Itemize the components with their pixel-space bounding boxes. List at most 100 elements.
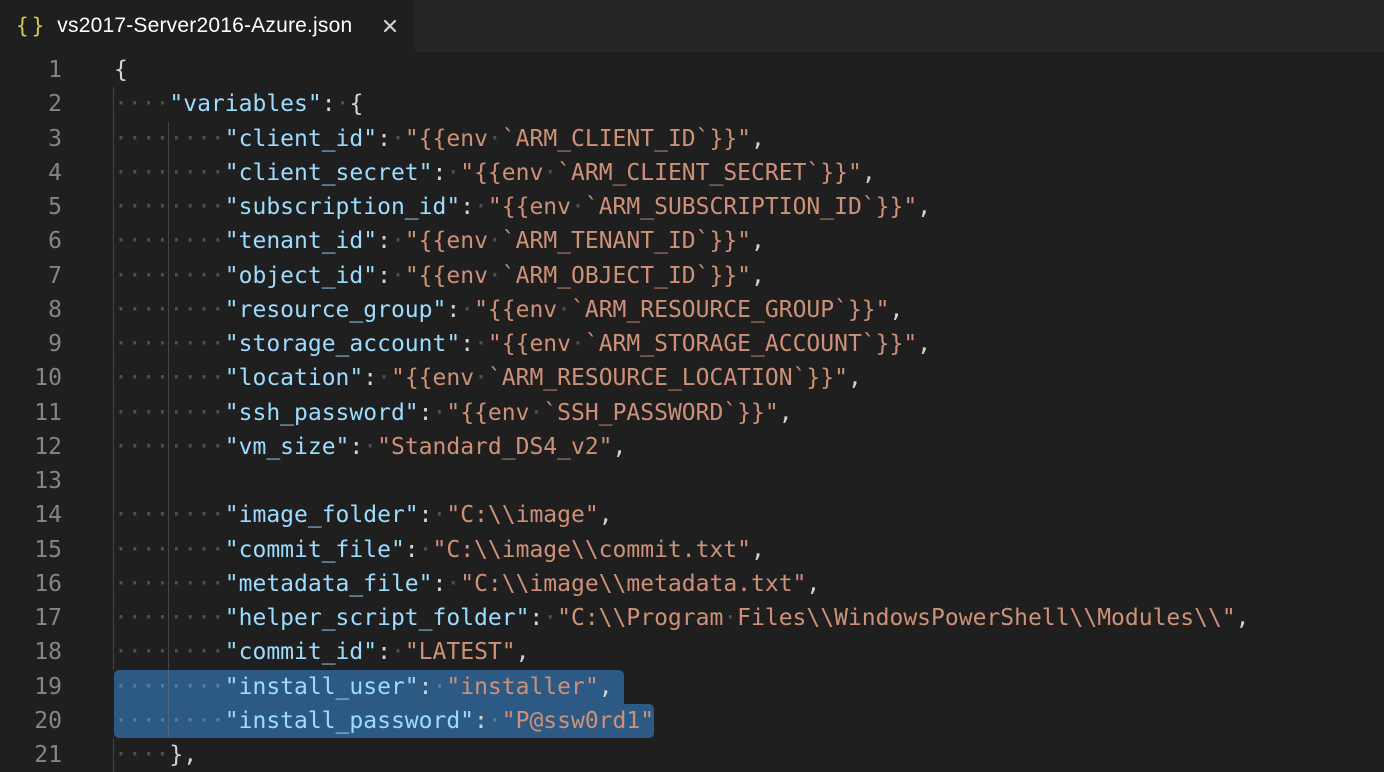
token-str: "P@ssw0rd1"	[502, 708, 654, 734]
code-line[interactable]: 9········"storage_account":·"{{env·`ARM_…	[0, 327, 1384, 361]
indent-guide	[113, 87, 114, 121]
indent-guide	[168, 190, 169, 224]
whitespace-dots: ········	[114, 331, 225, 357]
code-line[interactable]: 20········"install_password":·"P@ssw0rd1…	[0, 704, 1384, 738]
code-line[interactable]: 21····},	[0, 738, 1384, 772]
code-text: ········"commit_file":·"C:\\image\\commi…	[114, 533, 765, 567]
line-number: 10	[0, 361, 62, 395]
token-punct: :	[363, 365, 377, 391]
line-number: 5	[0, 190, 62, 224]
whitespace-dots: ········	[114, 126, 225, 152]
line-number: 6	[0, 224, 62, 258]
code-line[interactable]: 2····"variables":·{	[0, 87, 1384, 121]
whitespace-dots: ·	[446, 571, 460, 597]
indent-guide	[168, 224, 169, 258]
code-text: ········"client_id":·"{{env·`ARM_CLIENT_…	[114, 122, 765, 156]
code-line[interactable]: 3········"client_id":·"{{env·`ARM_CLIENT…	[0, 122, 1384, 156]
code-text: ········"subscription_id":·"{{env·`ARM_S…	[114, 190, 931, 224]
whitespace-dots: ·	[363, 434, 377, 460]
token-punct: :	[377, 228, 391, 254]
whitespace-dots: ········	[114, 674, 225, 700]
code-line[interactable]: 16········"metadata_file":·"C:\\image\\m…	[0, 567, 1384, 601]
tab-vs2017-server2016-azure[interactable]: {} vs2017-Server2016-Azure.json	[0, 0, 415, 52]
indent-guide	[113, 533, 114, 567]
token-punct: {	[114, 57, 128, 83]
token-str: `ARM_TENANT_ID`}}"	[502, 228, 751, 254]
whitespace-dots: ·	[543, 605, 557, 631]
json-file-icon: {}	[16, 14, 47, 38]
indent-guide	[168, 498, 169, 532]
whitespace-dots: ····	[114, 742, 169, 768]
indent-guide	[168, 601, 169, 635]
token-punct: ,	[751, 537, 765, 563]
token-punct: :	[419, 674, 433, 700]
whitespace-dots: ·	[571, 194, 585, 220]
token-str: `ARM_RESOURCE_LOCATION`}}"	[488, 365, 848, 391]
line-number: 19	[0, 670, 62, 704]
token-punct: ,	[751, 228, 765, 254]
close-icon	[382, 18, 398, 34]
code-line[interactable]: 11········"ssh_password":·"{{env·`SSH_PA…	[0, 396, 1384, 430]
code-line[interactable]: 1{	[0, 53, 1384, 87]
indent-guide	[168, 670, 169, 704]
indent-guide	[113, 156, 114, 190]
line-number: 4	[0, 156, 62, 190]
code-line[interactable]: 6 ········"tenant_id":·"{{env·`ARM_TENANT…	[0, 224, 1384, 258]
indent-guide	[168, 361, 169, 395]
code-line[interactable]: 7········"object_id":·"{{env·`ARM_OBJECT…	[0, 259, 1384, 293]
code-lines: 1{2····"variables":·{3········"client_id…	[0, 53, 1384, 772]
token-str: "{{env	[488, 194, 571, 220]
whitespace-dots: ········	[114, 228, 225, 254]
indent-guide	[113, 464, 114, 498]
indent-guide	[168, 259, 169, 293]
whitespace-dots: ·	[571, 331, 585, 357]
code-text: ····},	[114, 738, 197, 772]
token-punct: ,	[862, 160, 876, 186]
code-line[interactable]: 12········"vm_size":·"Standard_DS4_v2",	[0, 430, 1384, 464]
indent-guide	[113, 361, 114, 395]
token-key: "location"	[225, 365, 363, 391]
code-line[interactable]: 17········"helper_script_folder":·"C:\\P…	[0, 601, 1384, 635]
code-line[interactable]: 8········"resource_group":·"{{env·`ARM_R…	[0, 293, 1384, 327]
code-line[interactable]: 18········"commit_id":·"LATEST",	[0, 635, 1384, 669]
whitespace-dots: ·	[460, 297, 474, 323]
token-punct: :	[474, 708, 488, 734]
code-line[interactable]: 13	[0, 464, 1384, 498]
code-text: ········"resource_group":·"{{env·`ARM_RE…	[114, 293, 903, 327]
whitespace-dots: ·	[433, 674, 447, 700]
code-text: ········"client_secret":·"{{env·`ARM_CLI…	[114, 156, 876, 190]
indent-guide	[168, 464, 169, 498]
code-line[interactable]: 5········"subscription_id":·"{{env·`ARM_…	[0, 190, 1384, 224]
whitespace-dots: ········	[114, 708, 225, 734]
token-str: "Standard_DS4_v2"	[377, 434, 612, 460]
line-number: 15	[0, 533, 62, 567]
line-number: 1	[0, 53, 62, 87]
line-number: 7	[0, 259, 62, 293]
line-number: 11	[0, 396, 62, 430]
indent-guide	[168, 704, 169, 738]
whitespace-dots: ·	[419, 537, 433, 563]
selection-highlight: ········"install_user":·"installer",	[114, 670, 624, 704]
token-punct: :	[460, 194, 474, 220]
indent-guide	[113, 567, 114, 601]
token-key: "metadata_file"	[225, 571, 433, 597]
whitespace-dots: ·	[433, 400, 447, 426]
indent-guide	[168, 635, 169, 669]
indent-guide	[113, 396, 114, 430]
code-line[interactable]: 14········"image_folder":·"C:\\image",	[0, 498, 1384, 532]
whitespace-dots: ·	[377, 365, 391, 391]
whitespace-dots: ·	[723, 605, 737, 631]
line-number: 16	[0, 567, 62, 601]
code-line[interactable]: 19 ········"install_user":·"installer",	[0, 670, 1384, 704]
tab-close-button[interactable]	[377, 13, 403, 39]
selection-highlight: ········"install_password":·"P@ssw0rd1"	[114, 704, 654, 738]
token-punct: ,	[516, 639, 530, 665]
code-line[interactable]: 15 ········"commit_file":·"C:\\image\\com…	[0, 533, 1384, 567]
code-text: ········"install_user":·"installer",	[114, 670, 624, 704]
token-key: "commit_id"	[225, 639, 377, 665]
whitespace-dots: ·	[488, 126, 502, 152]
code-line[interactable]: 4 ········"client_secret":·"{{env·`ARM_CL…	[0, 156, 1384, 190]
code-line[interactable]: 10········"location":·"{{env·`ARM_RESOUR…	[0, 361, 1384, 395]
code-text: ········"tenant_id":·"{{env·`ARM_TENANT_…	[114, 224, 765, 258]
code-editor[interactable]: 1{2····"variables":·{3········"client_id…	[0, 52, 1384, 772]
